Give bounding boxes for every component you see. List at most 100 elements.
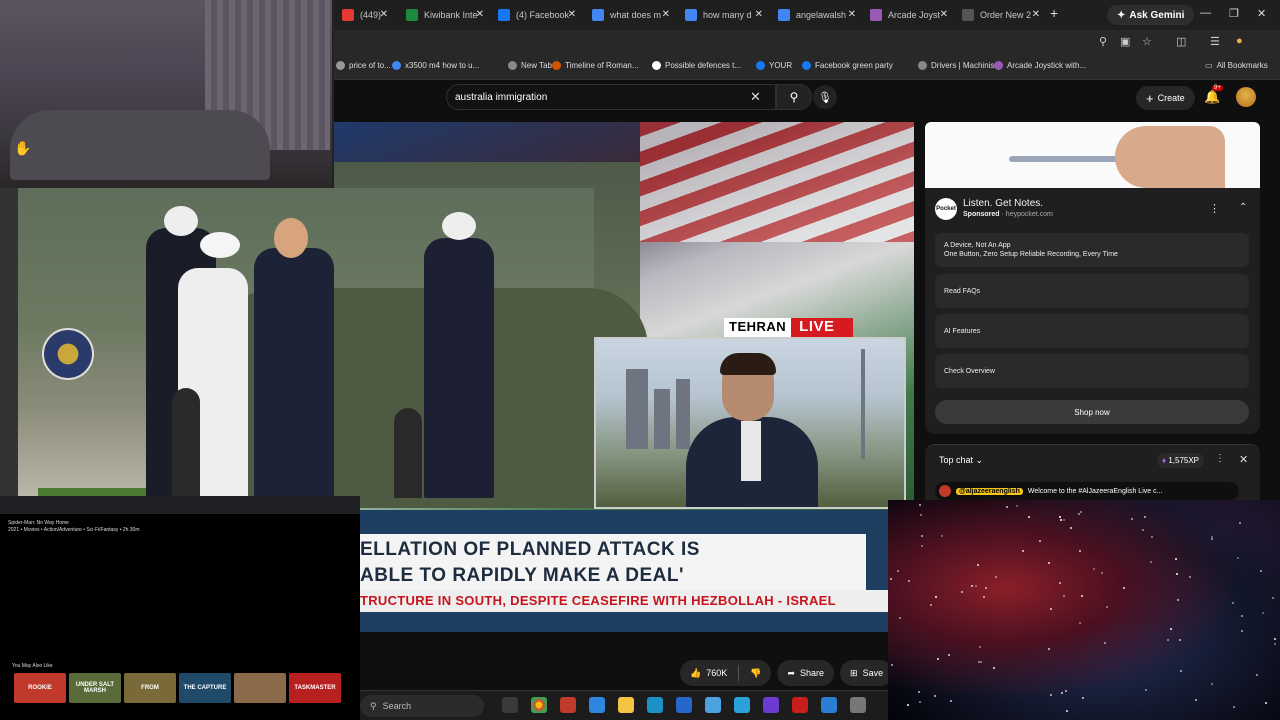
app-icon[interactable] xyxy=(676,697,692,713)
app-icon[interactable] xyxy=(705,697,721,713)
app-icon[interactable] xyxy=(792,697,808,713)
ad-sitelink-faqs[interactable]: Read FAQs xyxy=(935,274,1249,308)
app-icon[interactable] xyxy=(560,697,576,713)
close-tab-icon[interactable]: ✕ xyxy=(1032,9,1040,20)
browser-tab[interactable]: (449) ✕ xyxy=(336,4,392,26)
live-label: LIVE xyxy=(791,318,853,338)
search-button[interactable]: ⚲ xyxy=(776,84,812,110)
ad-sitelink-ai-features[interactable]: AI Features xyxy=(935,314,1249,348)
task-view-icon[interactable] xyxy=(502,697,518,713)
share-button[interactable]: ➦ Share xyxy=(777,660,835,686)
edge-icon[interactable] xyxy=(647,697,663,713)
bookmark-item[interactable]: New Tab xyxy=(508,61,552,70)
poster-tile[interactable]: ROOKIE xyxy=(14,673,66,703)
app-icon[interactable] xyxy=(763,697,779,713)
poster-tile[interactable]: THE CAPTURE xyxy=(179,673,231,703)
star xyxy=(920,514,922,516)
all-bookmarks[interactable]: ▭ All Bookmarks xyxy=(1205,61,1268,70)
ad-banner-image[interactable] xyxy=(925,122,1260,188)
cast-icon[interactable]: ▣ xyxy=(1120,35,1130,48)
ad-sitelink-device[interactable]: A Device, Not An App One Button, Zero Se… xyxy=(935,233,1249,267)
ask-gemini-label: Ask Gemini xyxy=(1129,9,1185,21)
shop-now-button[interactable]: Shop now xyxy=(935,400,1249,424)
clear-search-icon[interactable]: ✕ xyxy=(750,89,761,105)
stream-title[interactable]: Spider-Man: No Way Home xyxy=(8,520,140,527)
advertiser-logo[interactable]: Pocket xyxy=(935,198,957,220)
telegram-icon[interactable] xyxy=(734,697,750,713)
chat-more-icon[interactable]: ⋮ xyxy=(1215,453,1225,464)
xp-count: 1,575XP xyxy=(1168,456,1200,465)
minimize-icon[interactable]: — xyxy=(1200,7,1211,19)
zoom-icon[interactable]: ⚲ xyxy=(1099,35,1107,48)
settings-icon[interactable] xyxy=(850,697,866,713)
voice-search-button[interactable]: 🎙 xyxy=(813,85,837,109)
app-icon[interactable] xyxy=(589,697,605,713)
poster-tile[interactable]: TASKMASTER xyxy=(289,673,341,703)
extensions-icon[interactable]: ◫ xyxy=(1176,35,1186,48)
profile-avatar-icon[interactable]: ● xyxy=(1236,35,1243,47)
create-button[interactable]: + Create xyxy=(1136,86,1195,110)
bookmark-item[interactable]: Possible defences t... xyxy=(652,61,741,70)
dislike-icon[interactable]: 👎 xyxy=(750,668,761,679)
file-explorer-icon[interactable] xyxy=(618,697,634,713)
sidepanel-icon[interactable]: ☰ xyxy=(1210,35,1220,48)
close-window-icon[interactable]: ✕ xyxy=(1257,7,1266,20)
xp-badge[interactable]: ♦ 1,575XP xyxy=(1157,453,1205,468)
bookmark-item[interactable]: Timeline of Roman... xyxy=(552,61,639,70)
search-input[interactable]: australia immigration xyxy=(446,84,776,110)
building xyxy=(676,379,690,449)
more-options-icon[interactable]: ⋮ xyxy=(1209,202,1220,215)
top-chat-dropdown[interactable]: Top chat ⌄ xyxy=(939,455,983,466)
bookmark-item[interactable]: price of to... xyxy=(336,61,391,70)
like-count[interactable]: 760K xyxy=(706,668,727,678)
ask-gemini-button[interactable]: ✦ Ask Gemini xyxy=(1107,5,1195,25)
notifications-bell-icon[interactable]: 🔔 xyxy=(1204,89,1220,105)
avatar[interactable] xyxy=(1236,87,1256,107)
bookmark-item[interactable]: Drivers | Machinist xyxy=(918,61,997,70)
close-tab-icon[interactable]: ✕ xyxy=(940,9,948,20)
close-tab-icon[interactable]: ✕ xyxy=(476,9,484,20)
browser-tab[interactable]: (4) Facebook ✕ xyxy=(492,4,580,26)
browser-tab[interactable]: angelawalsh ✕ xyxy=(772,4,860,26)
poster-tile[interactable]: FROM xyxy=(124,673,176,703)
new-tab-icon[interactable]: + xyxy=(1050,5,1058,21)
ad-sitelink-overview[interactable]: Check Overview xyxy=(935,354,1249,388)
bookmark-item[interactable]: YOUR xyxy=(756,61,792,70)
like-icon[interactable]: 👍 xyxy=(690,668,701,679)
star xyxy=(1082,697,1084,699)
close-tab-icon[interactable]: ✕ xyxy=(380,9,388,20)
star xyxy=(930,604,932,606)
browser-tab[interactable]: Kiwibank Inte ✕ xyxy=(400,4,488,26)
browser-tab[interactable]: what does m ✕ xyxy=(586,4,674,26)
app-icon[interactable] xyxy=(821,697,837,713)
poster-tile[interactable] xyxy=(234,673,286,703)
bookmark-star-icon[interactable]: ☆ xyxy=(1142,35,1152,48)
pinned-chat-message[interactable]: @aljazeeraenglish Welcome to the #AlJaze… xyxy=(935,482,1239,500)
bookmark-item[interactable]: Facebook green party xyxy=(802,61,893,70)
close-tab-icon[interactable]: ✕ xyxy=(662,9,670,20)
ad-title[interactable]: Listen. Get Notes. xyxy=(963,198,1043,209)
star xyxy=(1059,582,1061,584)
browser-tab[interactable]: Arcade Joyst ✕ xyxy=(864,4,952,26)
close-tab-icon[interactable]: ✕ xyxy=(755,9,763,20)
star xyxy=(1239,522,1241,524)
star xyxy=(1272,597,1274,599)
chat-close-icon[interactable]: ✕ xyxy=(1239,453,1248,466)
poster-tile[interactable]: UNDER SALT MARSH xyxy=(69,673,121,703)
browser-tab[interactable]: Order New 2 ✕ xyxy=(956,4,1044,26)
browser-tab[interactable]: how many d ✕ xyxy=(679,4,767,26)
chrome-icon[interactable] xyxy=(531,697,547,713)
bookmark-item[interactable]: Arcade Joystick with... xyxy=(994,61,1086,70)
star xyxy=(971,585,973,587)
close-tab-icon[interactable]: ✕ xyxy=(568,9,576,20)
collapse-chevron-icon[interactable]: ⌃ xyxy=(1239,202,1247,213)
taskbar-search[interactable]: ⚲ Search xyxy=(360,695,484,717)
star xyxy=(1151,536,1153,538)
share-label: Share xyxy=(800,668,825,678)
save-button[interactable]: ⊞ Save xyxy=(840,660,894,686)
bookmark-item[interactable]: x3500 m4 how to u... xyxy=(392,61,479,70)
star xyxy=(897,570,899,572)
close-tab-icon[interactable]: ✕ xyxy=(848,9,856,20)
maximize-icon[interactable]: ❐ xyxy=(1229,7,1239,20)
gemini-icon: ✦ xyxy=(1117,9,1126,21)
